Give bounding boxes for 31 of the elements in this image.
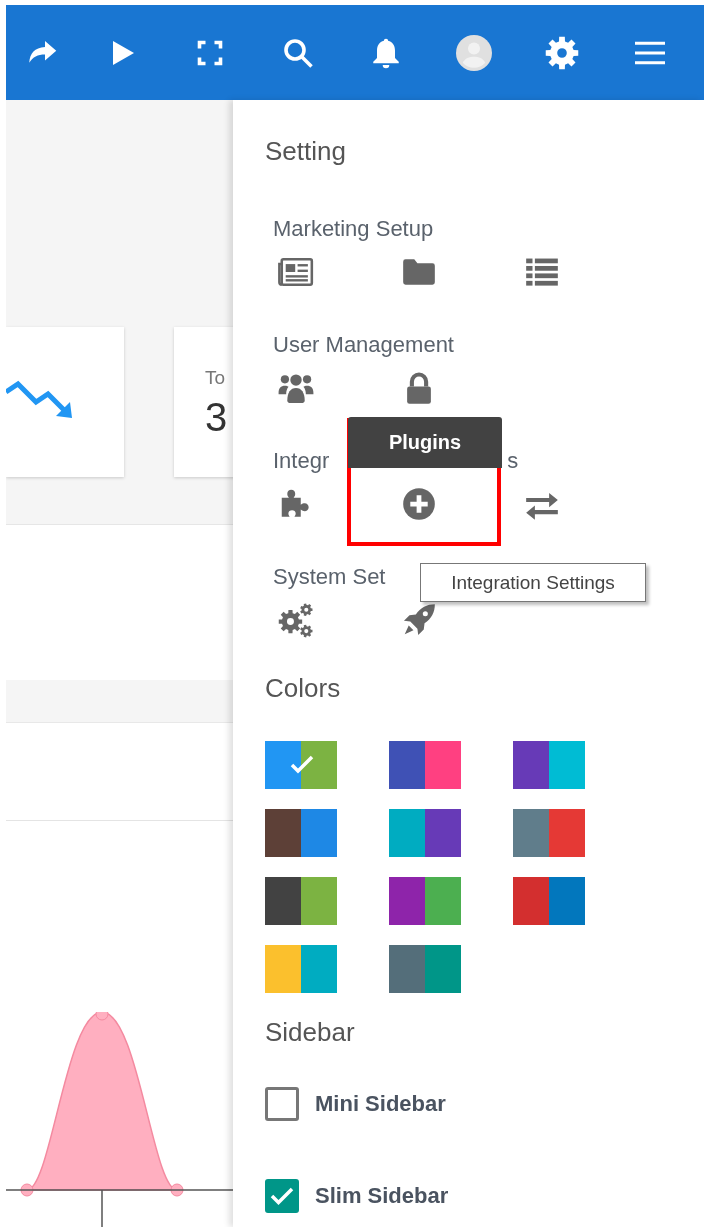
tooltip: Integration Settings	[420, 563, 646, 602]
theme-swatch[interactable]	[265, 741, 337, 789]
settings-icon[interactable]	[544, 34, 580, 71]
stat-label: To	[205, 367, 227, 389]
section-heading: Colors	[265, 672, 342, 705]
checkbox[interactable]	[265, 1179, 299, 1213]
theme-swatch[interactable]	[513, 809, 585, 857]
section-title: User Management	[273, 331, 454, 359]
theme-swatch[interactable]	[389, 741, 461, 789]
theme-swatch[interactable]	[265, 945, 337, 993]
tooltip: Plugins	[348, 417, 502, 468]
section-title: System Set	[273, 563, 386, 591]
theme-swatch[interactable]	[265, 809, 337, 857]
avatar-icon[interactable]	[456, 34, 492, 71]
section-title: s	[507, 447, 519, 475]
panel-title: Setting	[265, 135, 347, 168]
section-title: Marketing Setup	[273, 215, 434, 243]
section-title: Integr	[273, 447, 330, 475]
theme-swatch[interactable]	[265, 877, 337, 925]
option-label: Slim Sidebar	[315, 1183, 449, 1209]
theme-swatch[interactable]	[389, 877, 461, 925]
checkbox[interactable]	[265, 1087, 299, 1121]
theme-swatch[interactable]	[513, 741, 585, 789]
check-icon	[289, 753, 315, 775]
theme-swatch[interactable]	[513, 877, 585, 925]
section-heading: Sidebar	[265, 1016, 356, 1049]
option-label: Mini Sidebar	[315, 1091, 446, 1117]
stat-value: 3	[205, 395, 229, 440]
theme-swatch[interactable]	[389, 809, 461, 857]
check-icon	[270, 1186, 294, 1206]
theme-swatch[interactable]	[389, 945, 461, 993]
